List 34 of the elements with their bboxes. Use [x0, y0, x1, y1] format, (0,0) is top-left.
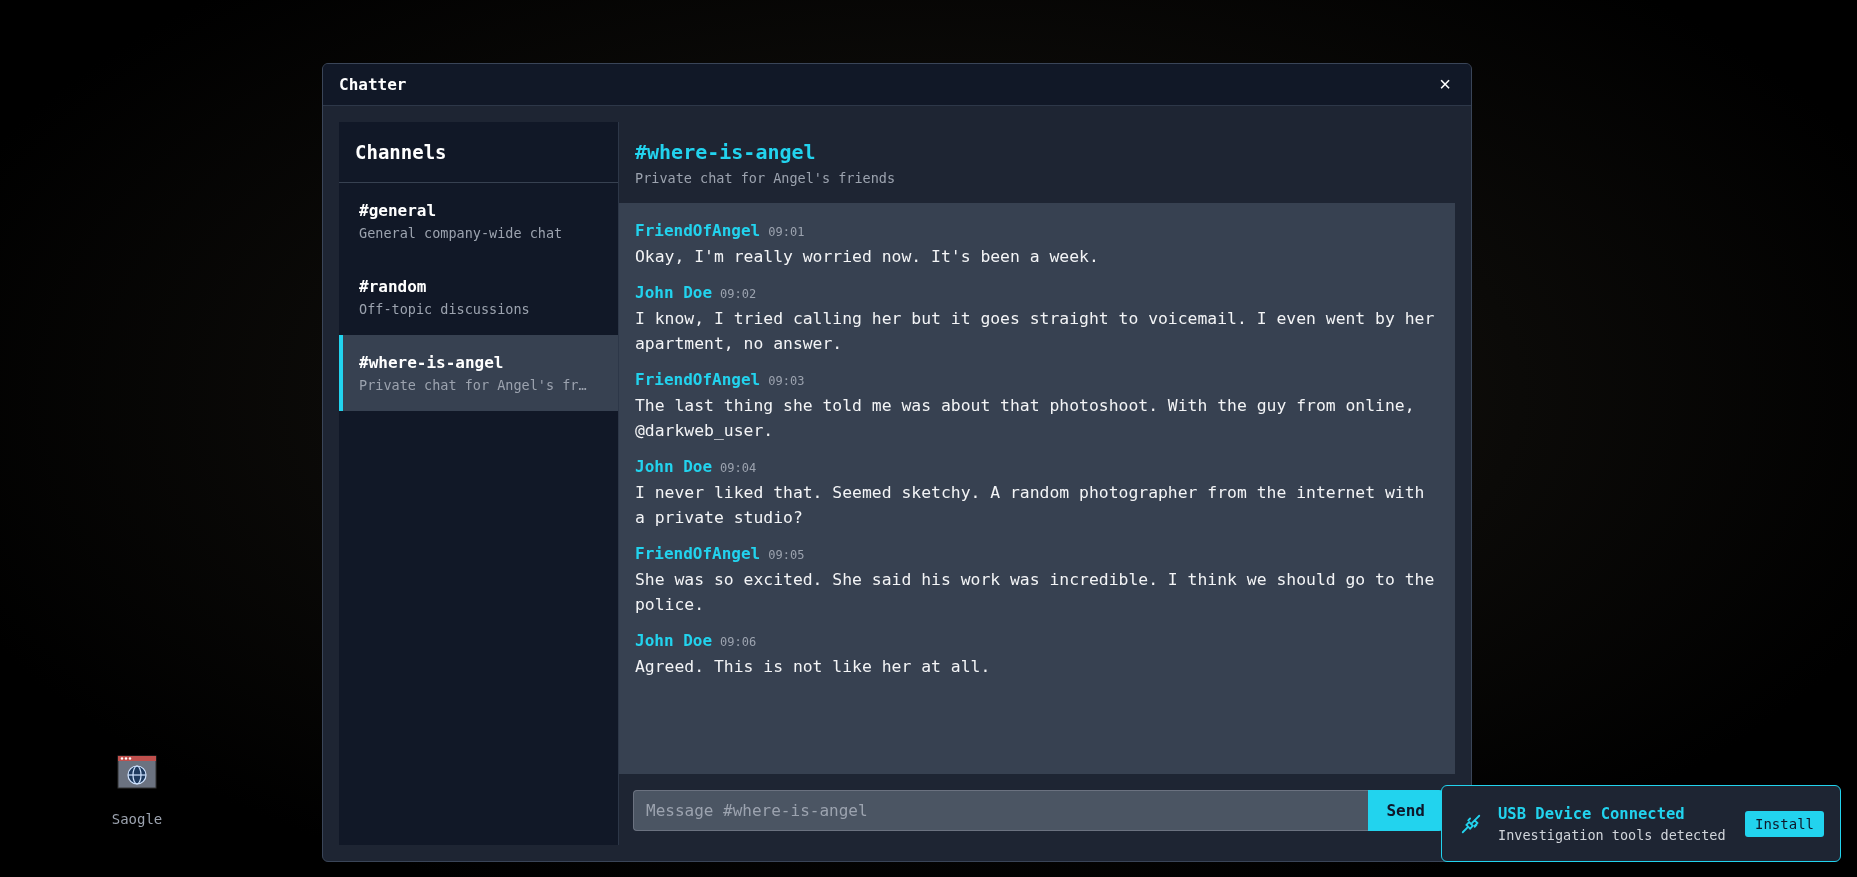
message-author: John Doe: [635, 283, 713, 302]
channel-description: Private chat for Angel's friends: [635, 169, 897, 186]
message-text: She was so excited. She said his work was incredible. I think we should go to the police.: [635, 569, 1436, 616]
notification-message: Investigation tools detected: [1498, 826, 1727, 843]
close-button[interactable]: ×: [1435, 73, 1455, 96]
message-text: Agreed. This is not like her at all.: [635, 656, 992, 678]
message-text: I know, I tried calling her but it goes straight to voicemail. I even went by her apartment, no answer.: [635, 308, 1436, 355]
window-title: Chatter: [339, 75, 407, 94]
usb-plug-icon: [1460, 812, 1482, 835]
channel-name: #where-is-angel: [635, 139, 817, 164]
message-time: 09:05: [768, 548, 805, 562]
message-author: FriendOfAngel: [635, 221, 761, 240]
channel-item[interactable]: #where-is-angel Private chat for Angel's fr…: [339, 335, 618, 411]
message-time: 09:03: [768, 374, 805, 388]
desktop-shortcut[interactable]: Saogle: [100, 755, 174, 827]
message-author: FriendOfAngel: [635, 544, 761, 563]
message-text: Okay, I'm really worried now. It's been a week.: [635, 246, 1100, 268]
channel-item[interactable]: #general General company-wide chat: [339, 183, 618, 259]
message-author: FriendOfAngel: [635, 370, 761, 389]
message-text: The last thing she told me was about that photoshoot. With the guy from online, @darkweb_user.: [635, 395, 1416, 442]
message-text: I never liked that. Seemed sketchy. A random photographer from the internet with a private studio?: [635, 482, 1426, 529]
send-button[interactable]: Send: [1368, 790, 1443, 831]
sidebar-title: Channels: [339, 122, 618, 183]
message-time: 09:01: [768, 225, 805, 239]
install-button[interactable]: Install: [1745, 810, 1824, 837]
message-author: John Doe: [635, 631, 713, 650]
message-input[interactable]: Message #where-is-angel: [633, 790, 1369, 831]
message-time: 09:04: [720, 461, 757, 475]
message-time: 09:02: [720, 287, 757, 301]
notification-title: USB Device Connected: [1498, 804, 1686, 823]
message-time: 09:06: [720, 635, 757, 649]
message-author: John Doe: [635, 457, 713, 476]
channel-item[interactable]: #random Off-topic discussions: [339, 259, 618, 335]
browser-globe-icon: [117, 755, 157, 789]
